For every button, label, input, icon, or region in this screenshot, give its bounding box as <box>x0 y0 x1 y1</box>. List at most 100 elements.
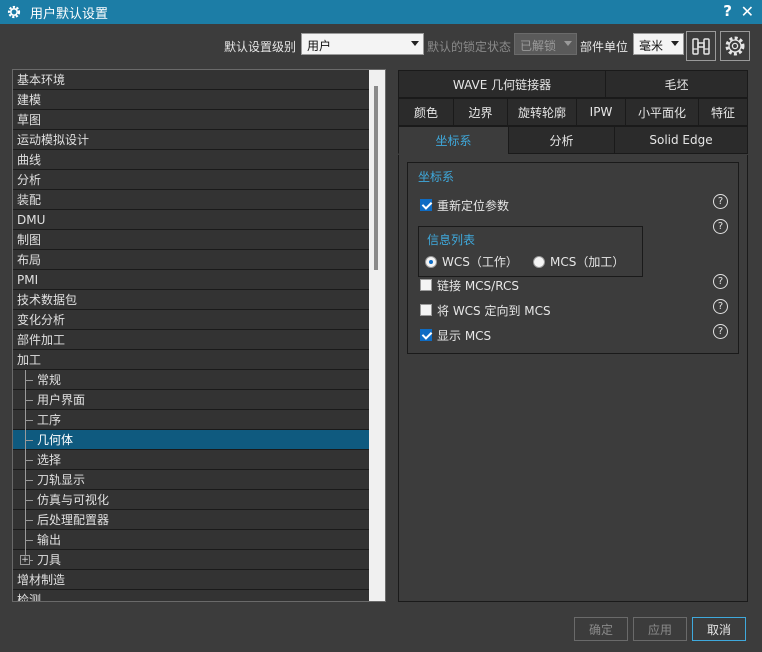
help-icon[interactable]: ? <box>713 219 728 234</box>
help-icon[interactable]: ? <box>713 274 728 289</box>
tree-item[interactable]: PMI <box>13 270 369 290</box>
tab-boundary[interactable]: 边界 <box>453 98 508 126</box>
csys-group: 坐标系 重新定位参数 ? 信息列表 WCS（工作） MCS（加工） ? 链接 M… <box>407 162 739 354</box>
tree-item[interactable]: 曲线 <box>13 150 369 170</box>
tree-line <box>25 380 33 381</box>
tree-item-label: 基本环境 <box>17 73 66 87</box>
ok-button[interactable]: 确定 <box>574 617 628 641</box>
tab-revolve-profile[interactable]: 旋转轮廓 <box>507 98 577 126</box>
tree-item-label: 技术数据包 <box>17 293 78 307</box>
tree-item[interactable]: 检测 <box>13 590 369 601</box>
unit-label: 部件单位 <box>580 40 629 54</box>
unit-select[interactable]: 毫米 <box>633 33 684 55</box>
lock-label: 默认的锁定状态 <box>427 40 512 54</box>
tree-item[interactable]: 选择 <box>13 450 369 470</box>
expand-plus-icon[interactable]: + <box>20 555 30 565</box>
tree-item[interactable]: 制图 <box>13 230 369 250</box>
link-mcs-label: 链接 MCS/RCS <box>437 278 519 293</box>
radio-mcs[interactable]: MCS（加工） <box>533 253 624 270</box>
tree-line <box>25 400 33 401</box>
link-mcs-checkbox[interactable]: 链接 MCS/RCS <box>420 276 519 294</box>
tree-item[interactable]: 工序 <box>13 410 369 430</box>
tree-item[interactable]: + 刀具 <box>13 550 369 570</box>
tree-item[interactable]: 仿真与可视化 <box>13 490 369 510</box>
tree-item-label: PMI <box>17 273 39 287</box>
tree-item[interactable]: 变化分析 <box>13 310 369 330</box>
settings-toolbar: 默认设置级别 用户 默认的锁定状态 已解锁 部件单位 毫米 <box>0 31 762 61</box>
checkbox-box[interactable] <box>420 304 432 316</box>
apply-button[interactable]: 应用 <box>633 617 687 641</box>
tree-item[interactable]: DMU <box>13 210 369 230</box>
tree-item-label: 分析 <box>17 173 42 187</box>
tree-item-label: 运动模拟设计 <box>17 133 90 147</box>
tree-item[interactable]: 装配 <box>13 190 369 210</box>
scrollbar-thumb[interactable] <box>374 86 378 270</box>
tree-item[interactable]: 分析 <box>13 170 369 190</box>
checkbox-box[interactable] <box>420 329 432 341</box>
tree-item[interactable]: 后处理配置器 <box>13 510 369 530</box>
tree-item-label: 加工 <box>17 353 42 367</box>
show-mcs-checkbox[interactable]: 显示 MCS <box>420 326 491 344</box>
tree-item[interactable]: 技术数据包 <box>13 290 369 310</box>
tab-blank[interactable]: 毛坯 <box>605 70 748 98</box>
radio-button[interactable] <box>533 255 545 268</box>
tab-ipw[interactable]: IPW <box>576 98 626 126</box>
find-button[interactable] <box>686 31 716 61</box>
tree-item[interactable]: 部件加工 <box>13 330 369 350</box>
orient-wcs-checkbox[interactable]: 将 WCS 定向到 MCS <box>420 301 551 319</box>
tree-scrollbar[interactable] <box>369 70 385 601</box>
tree-item-label: 变化分析 <box>17 313 66 327</box>
tree-item[interactable]: 加工 <box>13 350 369 370</box>
level-select[interactable]: 用户 <box>301 33 424 55</box>
orient-wcs-label: 将 WCS 定向到 MCS <box>437 303 551 318</box>
csys-panel: 坐标系 重新定位参数 ? 信息列表 WCS（工作） MCS（加工） ? 链接 M… <box>398 155 748 602</box>
radio-wcs[interactable]: WCS（工作） <box>425 253 518 270</box>
tab-csys[interactable]: 坐标系 <box>398 126 509 154</box>
tree-item[interactable]: 输出 <box>13 530 369 550</box>
tree-line <box>25 520 33 521</box>
help-icon[interactable]: ? <box>713 194 728 209</box>
tree-item[interactable]: 布局 <box>13 250 369 270</box>
tab-facet[interactable]: 小平面化 <box>625 98 699 126</box>
tree-item[interactable]: 草图 <box>13 110 369 130</box>
radio-mcs-label: MCS（加工） <box>550 255 625 269</box>
tab-wave[interactable]: WAVE 几何链接器 <box>398 70 606 98</box>
tab-color[interactable]: 颜色 <box>398 98 454 126</box>
tree-item[interactable]: 几何体 <box>13 430 369 450</box>
tab-solid-edge[interactable]: Solid Edge <box>614 126 748 154</box>
tree-item-label: 仿真与可视化 <box>37 493 110 507</box>
tree-line <box>25 500 33 501</box>
help-icon[interactable]: ? <box>713 324 728 339</box>
checkbox-box[interactable] <box>420 279 432 291</box>
tree-line <box>25 420 33 421</box>
cancel-button[interactable]: 取消 <box>692 617 746 641</box>
chevron-down-icon <box>564 41 572 46</box>
help-icon[interactable]: ? <box>713 299 728 314</box>
help-button[interactable]: ? <box>723 2 732 20</box>
lock-select[interactable]: 已解锁 <box>514 33 577 55</box>
tab-feature[interactable]: 特征 <box>698 98 748 126</box>
tree-item-label: 选择 <box>37 453 62 467</box>
tree-item[interactable]: 运动模拟设计 <box>13 130 369 150</box>
checkbox-box[interactable] <box>420 199 432 211</box>
gear-icon <box>725 36 745 56</box>
tree-item[interactable]: 刀轨显示 <box>13 470 369 490</box>
radio-button[interactable] <box>425 255 437 268</box>
tree-item[interactable]: 常规 <box>13 370 369 390</box>
level-label: 默认设置级别 <box>224 40 297 54</box>
tree-item[interactable]: 增材制造 <box>13 570 369 590</box>
tree-item[interactable]: 建模 <box>13 90 369 110</box>
tree-item[interactable]: 用户界面 <box>13 390 369 410</box>
chevron-down-icon <box>671 41 679 46</box>
lock-select-value: 已解锁 <box>520 39 557 53</box>
tree-item-label: DMU <box>17 213 46 227</box>
info-list-title: 信息列表 <box>427 233 476 247</box>
customize-button[interactable] <box>720 31 750 61</box>
close-button[interactable]: ✕ <box>741 2 754 21</box>
tree-item-label: 工序 <box>37 413 62 427</box>
tab-analysis[interactable]: 分析 <box>508 126 615 154</box>
tree-item[interactable]: 基本环境 <box>13 70 369 90</box>
tree-item-label: 制图 <box>17 233 42 247</box>
reposition-checkbox[interactable]: 重新定位参数 <box>420 196 509 214</box>
chevron-down-icon <box>411 41 419 46</box>
